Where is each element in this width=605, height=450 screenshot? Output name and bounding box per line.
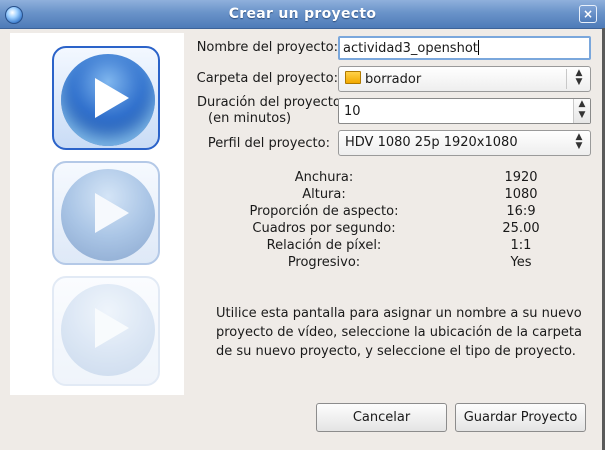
title-bar: Crear un proyecto × bbox=[0, 0, 605, 29]
save-project-button[interactable]: Guardar Proyecto bbox=[455, 403, 586, 432]
info-height-label: Altura: bbox=[302, 187, 346, 202]
info-fps-label: Cuadros por segundo: bbox=[252, 221, 396, 236]
play-button-icon bbox=[52, 276, 160, 386]
project-folder-label: Carpeta del proyecto: bbox=[196, 71, 338, 86]
play-triangle-icon bbox=[95, 193, 129, 233]
profile-label: Perfil del proyecto: bbox=[207, 136, 330, 151]
project-name-label: Nombre del proyecto: bbox=[196, 40, 338, 55]
profile-select[interactable]: HDV 1080 25p 1920x1080 ▲ ▼ bbox=[338, 130, 591, 156]
folder-icon bbox=[345, 71, 361, 84]
help-text: Utilice esta pantalla para asignar un no… bbox=[216, 306, 582, 359]
info-aspect-value: 16:9 bbox=[506, 204, 536, 219]
profile-value: HDV 1080 25p 1920x1080 bbox=[345, 135, 518, 150]
info-pixel-ratio-value: 1:1 bbox=[510, 238, 532, 253]
info-width-label: Anchura: bbox=[294, 170, 354, 185]
info-width-value: 1920 bbox=[504, 170, 538, 185]
duration-label: Duración del proyecto bbox=[197, 95, 338, 110]
project-name-value: actividad3_openshot bbox=[343, 41, 478, 56]
duration-value: 10 bbox=[344, 104, 361, 119]
info-pixel-ratio-label: Relación de píxel: bbox=[266, 238, 382, 253]
close-icon[interactable]: × bbox=[579, 5, 597, 23]
project-folder-chooser[interactable]: borrador ▲ ▼ bbox=[338, 66, 591, 92]
spin-arrows-icon[interactable]: ▲ ▼ bbox=[573, 99, 590, 123]
play-button-icon bbox=[52, 46, 160, 150]
updown-arrows-icon: ▲ ▼ bbox=[575, 68, 583, 87]
info-aspect-label: Proporción de aspecto: bbox=[249, 204, 399, 219]
project-name-input[interactable]: actividad3_openshot bbox=[338, 36, 591, 60]
updown-arrows-icon: ▲ ▼ bbox=[575, 132, 583, 151]
info-progressive-value: Yes bbox=[510, 255, 532, 270]
info-progressive-label: Progresivo: bbox=[287, 255, 361, 270]
duration-spinner[interactable]: 10 ▲ ▼ bbox=[338, 98, 591, 124]
combo-separator bbox=[566, 69, 567, 89]
project-folder-value: borrador bbox=[365, 72, 422, 87]
duration-unit-label: (en minutos) bbox=[208, 111, 292, 126]
info-height-value: 1080 bbox=[504, 187, 538, 202]
text-caret bbox=[477, 40, 479, 55]
play-triangle-icon bbox=[95, 308, 129, 348]
window-title: Crear un proyecto bbox=[228, 6, 377, 22]
artwork-panel bbox=[10, 33, 184, 395]
cancel-button[interactable]: Cancelar bbox=[316, 403, 447, 432]
info-fps-value: 25.00 bbox=[502, 221, 540, 236]
play-triangle-icon bbox=[95, 78, 129, 118]
play-button-icon bbox=[52, 161, 160, 265]
